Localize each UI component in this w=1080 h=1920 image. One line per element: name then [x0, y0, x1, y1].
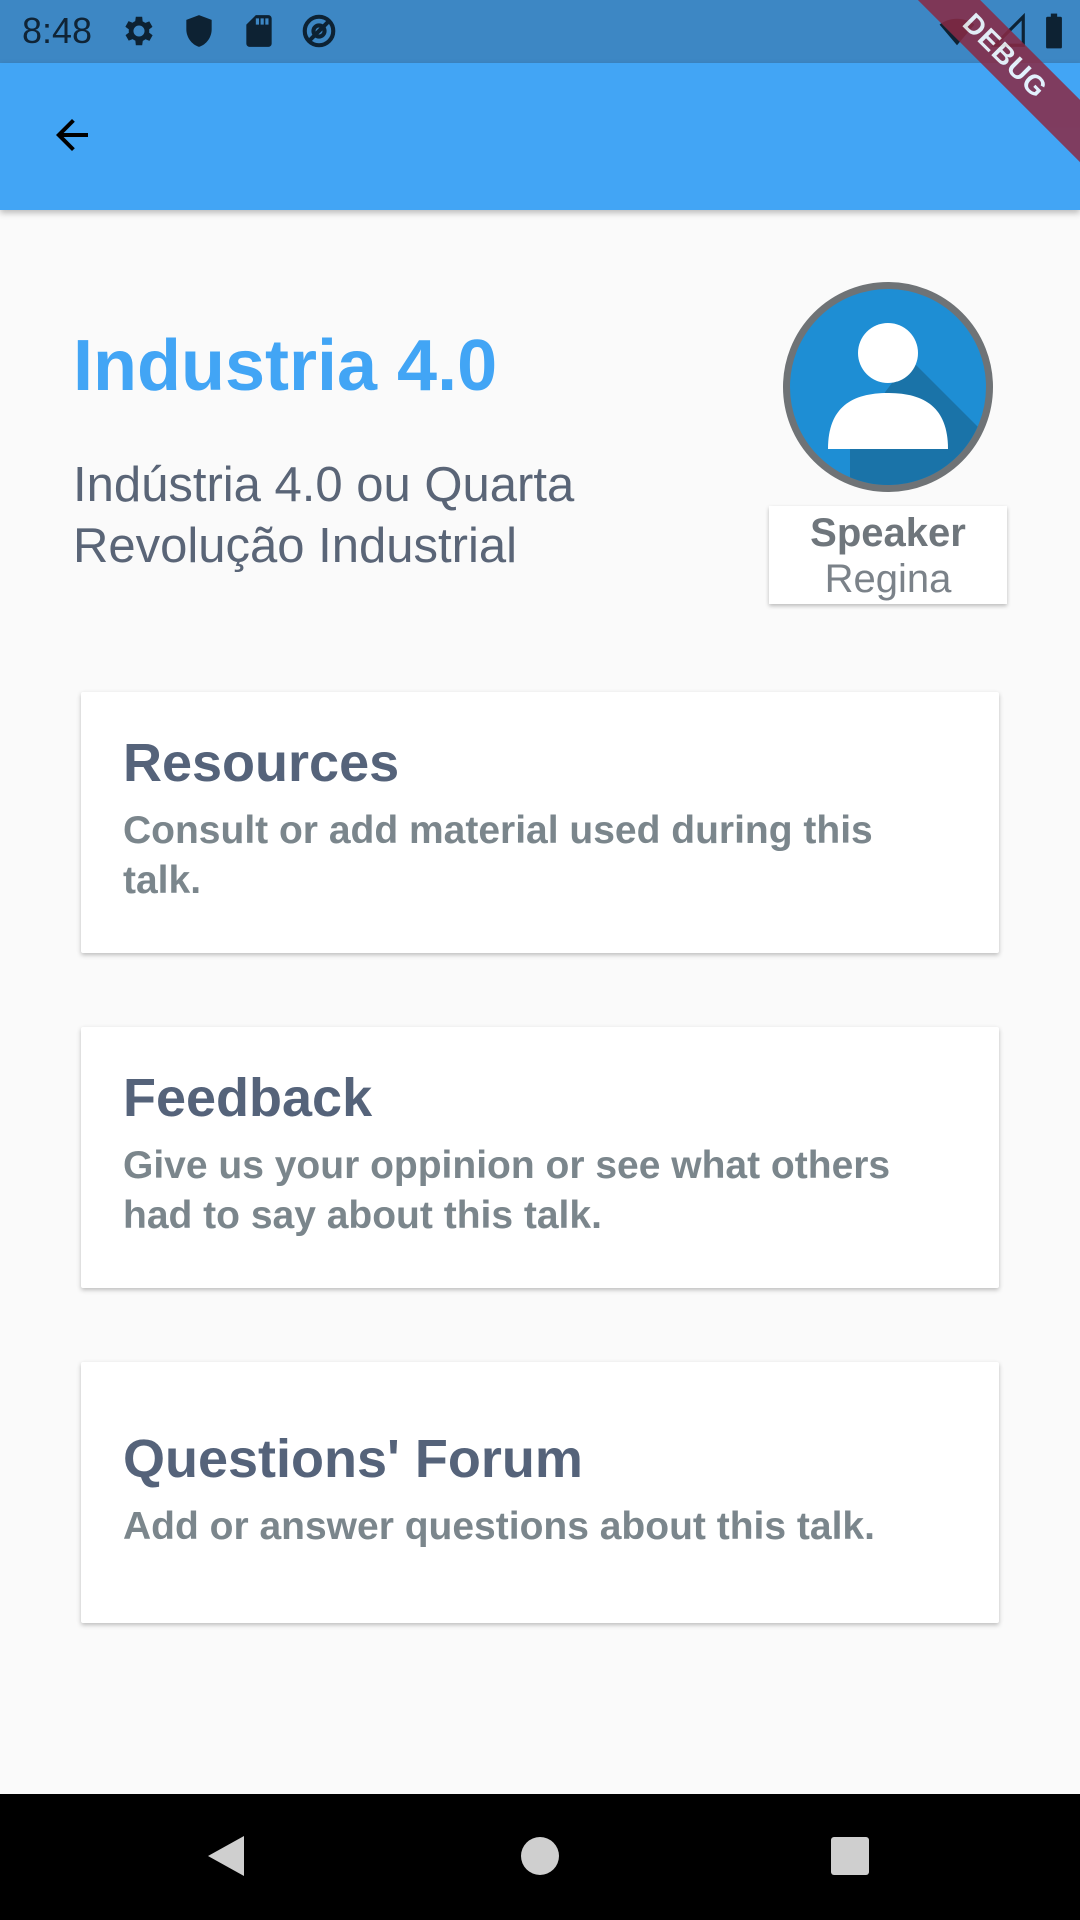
app-bar	[0, 63, 1080, 210]
card-description: Consult or add material used during this…	[123, 809, 873, 902]
card-description: Give us your oppinion or see what others…	[123, 1144, 891, 1237]
card-title: Questions' Forum	[123, 1429, 583, 1489]
talk-title: Industria 4.0	[73, 326, 498, 406]
person-icon	[790, 323, 986, 485]
status-time: 8:48	[22, 10, 93, 51]
card-description: Add or answer questions about this talk.	[123, 1505, 875, 1548]
card-title: Feedback	[123, 1068, 373, 1128]
status-bar: 8:48	[0, 0, 1080, 63]
gear-icon	[120, 12, 158, 50]
nav-home-button[interactable]	[510, 1828, 570, 1888]
nav-back-button[interactable]	[196, 1828, 256, 1888]
navigation-bar	[0, 1794, 1080, 1920]
speaker-label: Speaker	[810, 511, 966, 555]
nav-recents-button[interactable]	[820, 1828, 880, 1888]
home-circle-icon	[519, 1835, 561, 1882]
speaker-info: Speaker Regina	[769, 506, 1007, 604]
speaker-name: Regina	[824, 557, 952, 601]
battery-icon	[1042, 12, 1066, 55]
card-title: Resources	[123, 733, 400, 793]
speaker-avatar[interactable]	[783, 282, 993, 492]
resources-card[interactable]: Resources Consult or add material used d…	[81, 692, 999, 953]
recents-square-icon	[830, 1836, 870, 1881]
status-icons-left	[120, 12, 338, 50]
back-button[interactable]	[34, 99, 110, 175]
back-triangle-icon	[204, 1832, 248, 1885]
feedback-card[interactable]: Feedback Give us your oppinion or see wh…	[81, 1027, 999, 1288]
sd-card-icon	[240, 12, 278, 50]
shield-icon	[180, 12, 218, 50]
at-icon	[300, 12, 338, 50]
arrow-back-icon	[48, 111, 96, 164]
talk-subtitle: Indústria 4.0 ou Quarta Revolução Indust…	[73, 458, 575, 573]
questions-forum-card[interactable]: Questions' Forum Add or answer questions…	[81, 1362, 999, 1623]
